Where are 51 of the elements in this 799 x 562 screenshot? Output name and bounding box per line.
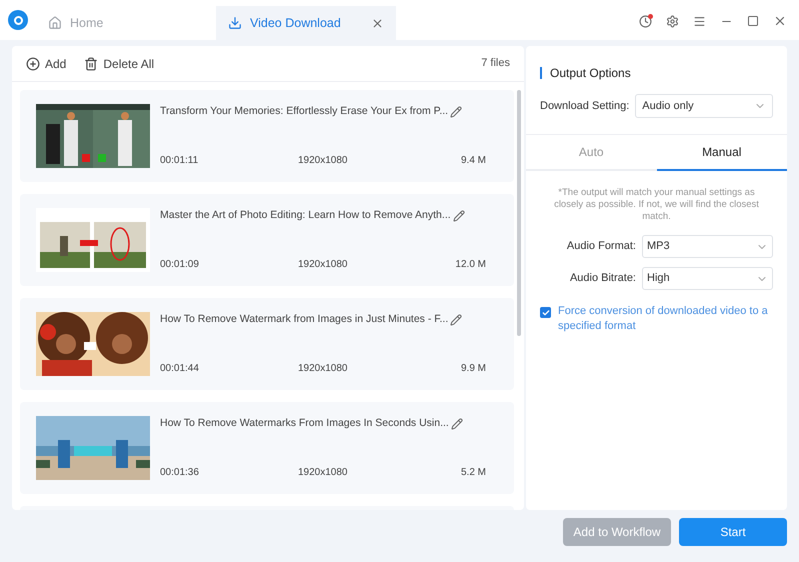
- video-card[interactable]: How To Remove Watermark from Images in Just Minutes - F... 00:01:44 1920x1080 9.9 M: [20, 298, 514, 390]
- video-resolution: 1920x1080: [298, 362, 348, 376]
- checkbox[interactable]: [540, 307, 551, 318]
- video-resolution: 1920x1080: [298, 154, 348, 168]
- video-duration: 00:01:44: [160, 362, 200, 376]
- clock-icon[interactable]: [639, 14, 652, 28]
- video-card[interactable]: Transform Your Memories: Effortlessly Erase Your Ex from P... 00:01:11 1920x1080 9.4 M: [20, 90, 514, 182]
- video-card[interactable]: How To Remove Watermarks From Images In Seconds Usin... 00:01:36 1920x1080 5.2 M: [20, 402, 514, 494]
- menu-icon[interactable]: [693, 14, 706, 28]
- field-label: Audio Bitrate:: [568, 271, 636, 286]
- field-label: Download Setting:: [540, 98, 630, 114]
- plus-icon: [26, 56, 40, 70]
- app-logo: [8, 10, 28, 30]
- file-count: 7 files: [481, 56, 510, 72]
- download-icon: [228, 16, 242, 30]
- video-duration: 00:01:09: [160, 258, 200, 272]
- settings-icon[interactable]: [666, 14, 679, 28]
- edit-icon[interactable]: [452, 210, 465, 222]
- video-size: 5.2 M: [460, 466, 486, 480]
- video-duration: 00:01:36: [160, 466, 200, 480]
- scrollbar[interactable]: [517, 90, 521, 336]
- video-title: How To Remove Watermark from Images in Just Minutes - F...: [160, 312, 448, 327]
- add-button[interactable]: Add: [26, 54, 66, 72]
- video-card[interactable]: Master the Art of Photo Editing: Learn How to Remove Anyth... 00:01:09 1920x1080 12.0 M: [20, 194, 514, 286]
- video-title: How To Remove Watermarks From Images In Seconds Usin...: [160, 416, 449, 431]
- video-size: 9.9 M: [460, 362, 486, 376]
- video-size: 9.4 M: [460, 154, 486, 168]
- panel-title: Output Options: [550, 65, 631, 82]
- video-resolution: 1920x1080: [298, 466, 348, 480]
- select-field[interactable]: High: [642, 267, 773, 290]
- video-duration: 00:01:11: [160, 154, 200, 168]
- field-label: Audio Format:: [566, 239, 636, 254]
- video-title: Master the Art of Photo Editing: Learn How to Remove Anyth...: [160, 208, 451, 223]
- select-field[interactable]: MP3: [642, 235, 773, 258]
- checkbox-label: Force conversion of downloaded video to a specified format: [558, 304, 769, 334]
- edit-icon[interactable]: [450, 418, 463, 430]
- tab[interactable]: Video Download: [216, 6, 396, 40]
- close-icon[interactable]: [773, 14, 787, 28]
- video-title: Transform Your Memories: Effortlessly Erase Your Ex from P...: [160, 104, 448, 119]
- home-icon: [48, 16, 62, 30]
- video-size: 12.0 M: [455, 258, 486, 272]
- trash-icon: [84, 56, 98, 70]
- video-resolution: 1920x1080: [298, 258, 348, 272]
- mode-tab[interactable]: Manual: [656, 135, 787, 171]
- close-icon[interactable]: [371, 16, 384, 30]
- edit-icon[interactable]: [450, 314, 462, 326]
- note-text: *The output will match your manual settings as closely as possible. If not, we will find the closest match.: [553, 187, 760, 223]
- maximize-icon[interactable]: [747, 15, 759, 27]
- edit-icon[interactable]: [450, 106, 462, 118]
- download-setting-dropdown[interactable]: Audio only: [635, 94, 773, 118]
- delete-all-button[interactable]: Delete All: [84, 54, 154, 72]
